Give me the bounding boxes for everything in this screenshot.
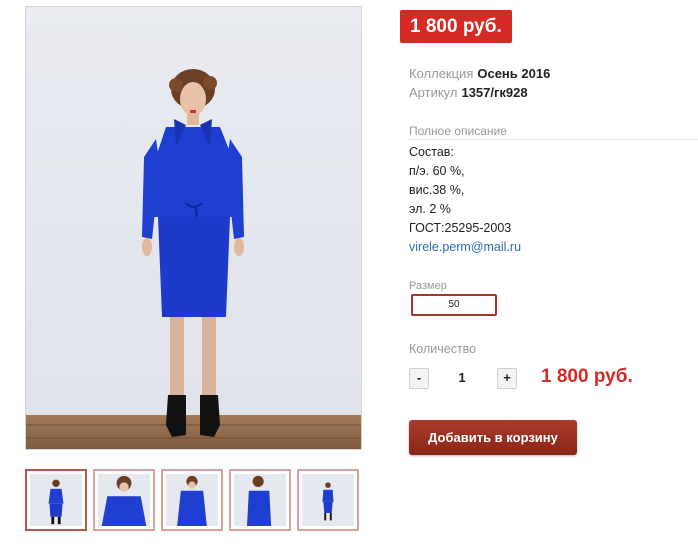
add-to-cart-button[interactable]: Добавить в корзину — [409, 420, 577, 455]
size-label: Размер — [409, 280, 447, 292]
thumbnail-2[interactable] — [93, 469, 155, 531]
collection-value: Осень 2016 — [477, 66, 551, 81]
description-text: Состав: п/э. 60 %, вис.38 %, эл. 2 % ГОС… — [409, 143, 521, 257]
article-row: Артикул 1357/гк928 — [409, 85, 528, 101]
quantity-label: Количество — [409, 342, 477, 356]
description-line: ГОСТ:25295-2003 — [409, 221, 512, 235]
size-option-selected[interactable]: 50 — [411, 294, 497, 316]
total-price: 1 800 руб. — [541, 366, 633, 387]
description-line: эл. 2 % — [409, 202, 451, 216]
thumbnail-strip — [25, 469, 359, 531]
price-badge: 1 800 руб. — [400, 10, 512, 43]
description-line: вис.38 %, — [409, 183, 465, 197]
description-divider — [409, 139, 698, 140]
article-value: 1357/гк928 — [461, 85, 528, 100]
quantity-decrease-button[interactable]: - — [409, 368, 429, 389]
thumbnail-3[interactable] — [161, 469, 223, 531]
collection-label: Коллекция — [409, 66, 474, 81]
quantity-value[interactable]: 1 — [452, 370, 472, 385]
quantity-increase-button[interactable]: + — [497, 368, 517, 389]
description-line: п/э. 60 %, — [409, 164, 465, 178]
thumbnail-4[interactable] — [229, 469, 291, 531]
contact-email-link[interactable]: virele.perm@mail.ru — [409, 238, 521, 257]
description-heading: Полное описание — [409, 124, 507, 138]
product-main-photo[interactable] — [25, 6, 362, 450]
collection-row: Коллекция Осень 2016 — [409, 66, 550, 82]
thumbnail-5[interactable] — [297, 469, 359, 531]
description-line: Состав: — [409, 145, 454, 159]
article-label: Артикул — [409, 85, 458, 100]
thumbnail-1[interactable] — [25, 469, 87, 531]
